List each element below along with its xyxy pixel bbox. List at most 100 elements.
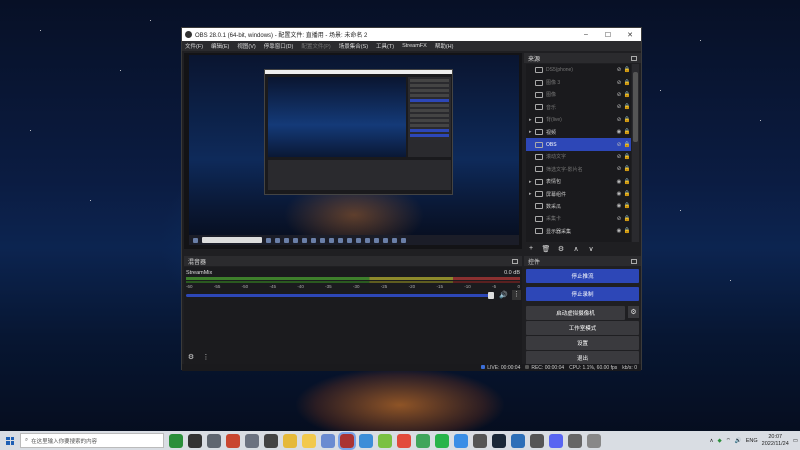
lock-icon[interactable]: 🔒 — [623, 80, 631, 86]
app-icon[interactable] — [207, 433, 221, 448]
source-item[interactable]: 数采瓜 ◉ 🔒 — [526, 200, 631, 212]
visibility-icon[interactable]: ◉ — [615, 179, 623, 185]
visibility-icon[interactable]: ⊘ — [615, 80, 623, 86]
lock-icon[interactable]: 🔒 — [623, 191, 631, 197]
xbox-app-icon[interactable] — [169, 433, 183, 448]
menu-docks[interactable]: 停靠窗口(D) — [264, 42, 294, 50]
undock-icon[interactable] — [631, 55, 637, 61]
lock-icon[interactable]: 🔒 — [623, 203, 631, 209]
maximize-button[interactable]: ☐ — [597, 28, 619, 41]
source-item[interactable]: 采集卡 ⊘ 🔒 — [526, 213, 631, 225]
source-item[interactable]: DS5(phone) ⊘ 🔒 — [526, 64, 631, 76]
visibility-icon[interactable]: ⊘ — [615, 92, 623, 98]
visibility-icon[interactable]: ◉ — [615, 228, 623, 234]
app-icon[interactable] — [454, 433, 468, 448]
visibility-icon[interactable]: ⊘ — [615, 154, 623, 160]
visibility-icon[interactable]: ⊘ — [615, 166, 623, 172]
app-icon[interactable] — [587, 433, 601, 448]
source-item[interactable]: 筛选文字-影片名 ⊘ 🔒 — [526, 163, 631, 175]
menu-file[interactable]: 文件(F) — [185, 42, 203, 50]
app-icon[interactable] — [321, 433, 335, 448]
clock[interactable]: 20:07 2022/11/24 — [762, 434, 789, 448]
tray-arrow-icon[interactable]: ∧ — [709, 438, 713, 444]
lock-icon[interactable]: 🔒 — [623, 142, 631, 148]
visibility-icon[interactable]: ⊘ — [615, 216, 623, 222]
virtual-camera-settings-icon[interactable]: ⚙ — [628, 306, 639, 318]
exit-button[interactable]: 退出 — [526, 351, 639, 365]
source-item[interactable]: OBS ⊘ 🔒 — [526, 138, 631, 151]
source-item[interactable]: 显示器采集 ◉ 🔒 — [526, 225, 631, 237]
source-properties-button[interactable]: ⚙ — [556, 244, 566, 253]
close-button[interactable]: ✕ — [619, 28, 641, 41]
lock-icon[interactable]: 🔒 — [623, 216, 631, 222]
visibility-icon[interactable]: ⊘ — [615, 104, 623, 110]
visibility-icon[interactable]: ◉ — [615, 191, 623, 197]
add-source-button[interactable]: + — [526, 244, 536, 253]
settings-icon[interactable] — [473, 433, 487, 448]
lock-icon[interactable]: 🔒 — [623, 117, 631, 123]
lock-icon[interactable]: 🔒 — [623, 67, 631, 73]
network-icon[interactable]: ⌔ — [726, 437, 731, 444]
steam-icon[interactable] — [492, 433, 506, 448]
volume-slider[interactable] — [186, 294, 492, 297]
app-icon[interactable] — [568, 433, 582, 448]
visibility-icon[interactable]: ◉ — [615, 203, 623, 209]
obs-app-icon[interactable] — [188, 433, 202, 448]
volume-slider-handle[interactable] — [487, 292, 494, 299]
menu-scene-collection[interactable]: 场景集合(S) — [339, 42, 368, 50]
stop-recording-button[interactable]: 停止录制 — [526, 287, 639, 301]
lock-icon[interactable]: 🔒 — [623, 104, 631, 110]
preview-canvas[interactable] — [184, 53, 522, 249]
sources-scrollbar[interactable] — [632, 64, 639, 242]
obs-active-icon[interactable] — [338, 431, 356, 450]
menu-view[interactable]: 视图(V) — [237, 42, 255, 50]
app-icon[interactable] — [511, 433, 525, 448]
speaker-icon[interactable]: 🔊 — [499, 291, 508, 299]
lock-icon[interactable]: 🔒 — [623, 179, 631, 185]
minimize-button[interactable]: – — [575, 28, 597, 41]
source-item[interactable]: 音乐 ⊘ 🔒 — [526, 101, 631, 113]
notification-icon[interactable]: ▭ — [793, 438, 798, 444]
source-item[interactable]: 图像 3 ⊘ 🔒 — [526, 76, 631, 88]
source-item[interactable]: 图像 ⊘ 🔒 — [526, 89, 631, 101]
menu-help[interactable]: 帮助(H) — [435, 42, 454, 50]
track-menu-button[interactable]: ⋮ — [512, 290, 521, 300]
advanced-audio-icon[interactable]: ⚙ — [186, 352, 196, 361]
lock-icon[interactable]: 🔒 — [623, 154, 631, 160]
app-icon[interactable] — [245, 433, 259, 448]
source-item[interactable]: ▸ 屏幕组件 ◉ 🔒 — [526, 188, 631, 200]
app-icon[interactable] — [226, 433, 240, 448]
wechat-icon[interactable] — [435, 433, 449, 448]
remove-source-button[interactable]: 🗑 — [541, 244, 551, 253]
move-down-button[interactable]: ∨ — [586, 244, 596, 253]
source-item[interactable]: 滚动文字 ⊘ 🔒 — [526, 151, 631, 163]
taskbar-search[interactable]: ⌕ 在这里输入你要搜索的内容 — [20, 433, 164, 448]
source-item[interactable]: ▸ 表情包 ◉ 🔒 — [526, 176, 631, 188]
chrome-icon[interactable] — [397, 433, 411, 448]
undock-icon[interactable] — [631, 258, 637, 264]
lock-icon[interactable]: 🔒 — [623, 129, 631, 135]
menu-edit[interactable]: 编辑(E) — [211, 42, 229, 50]
start-button[interactable] — [0, 431, 20, 450]
mixer-menu-button[interactable]: ⋮ — [201, 352, 211, 361]
lock-icon[interactable]: 🔒 — [623, 166, 631, 172]
visibility-icon[interactable]: ⊘ — [615, 142, 623, 148]
file-explorer-icon[interactable] — [283, 433, 297, 448]
source-item[interactable]: ▸ 背(live) ⊘ 🔒 — [526, 114, 631, 126]
volume-icon[interactable]: 🔊 — [735, 438, 742, 444]
settings-button[interactable]: 设置 — [526, 336, 639, 350]
menu-profile[interactable]: 配置文件(P) — [301, 42, 330, 50]
visibility-icon[interactable]: ⊘ — [615, 117, 623, 123]
lock-icon[interactable]: 🔒 — [623, 228, 631, 234]
source-item[interactable]: ▸ 视频 ◉ 🔒 — [526, 126, 631, 138]
menu-tools[interactable]: 工具(T) — [376, 42, 394, 50]
stop-streaming-button[interactable]: 停止推流 — [526, 269, 639, 283]
undock-icon[interactable] — [512, 258, 518, 264]
app-icon[interactable] — [530, 433, 544, 448]
move-up-button[interactable]: ∧ — [571, 244, 581, 253]
menu-streamfx[interactable]: StreamFX — [402, 43, 427, 49]
visibility-icon[interactable]: ◉ — [615, 129, 623, 135]
studio-mode-button[interactable]: 工作室模式 — [526, 321, 639, 335]
tray-app-icon[interactable]: ◆ — [717, 438, 721, 444]
discord-icon[interactable] — [549, 433, 563, 448]
